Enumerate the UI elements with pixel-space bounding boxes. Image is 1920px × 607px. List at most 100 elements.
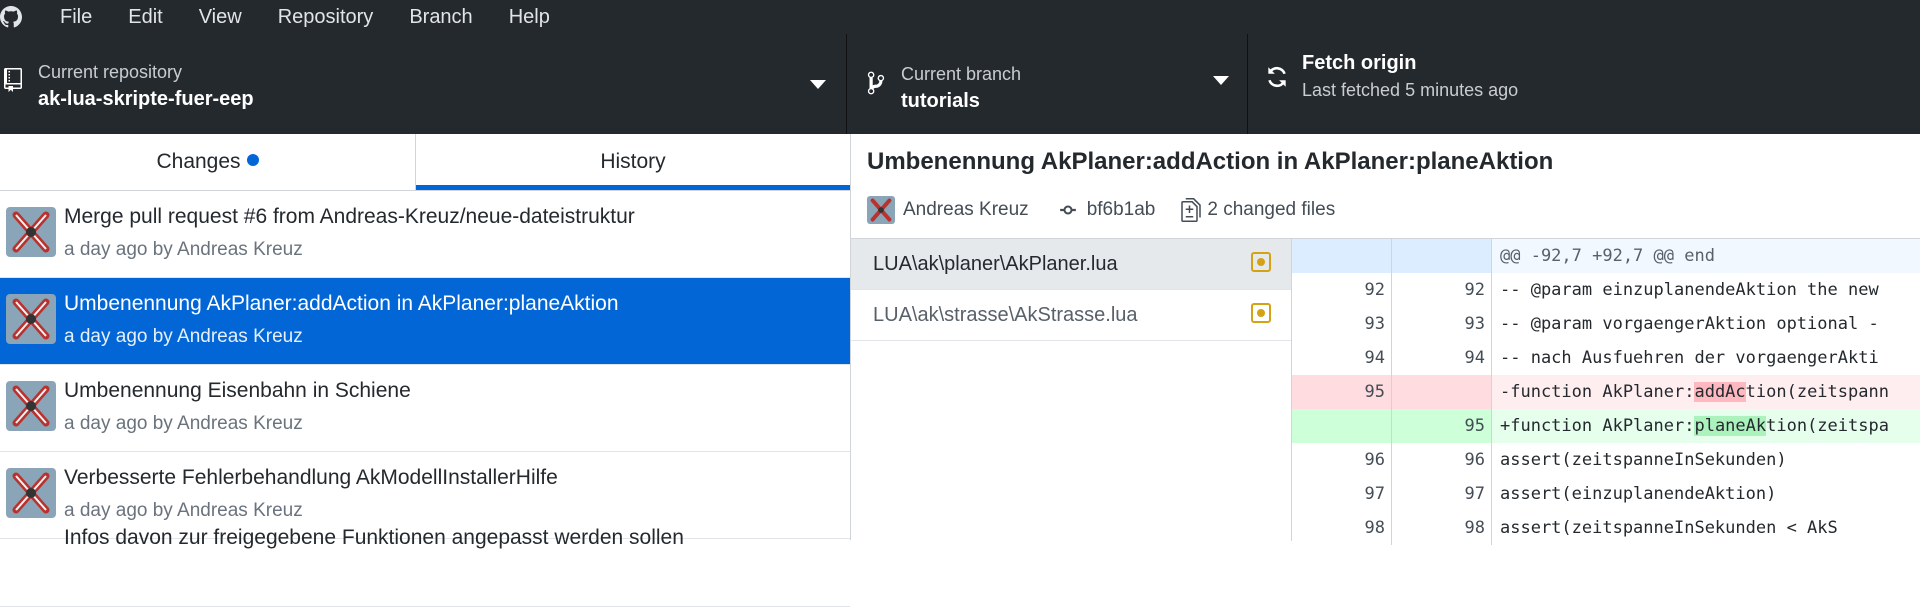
file-diff-icon (1181, 198, 1202, 222)
old-line-number: 96 (1292, 443, 1392, 477)
sidebar-tabs: Changes History (0, 134, 850, 191)
diff-code: -function AkPlaner:addAction(zeitspann (1500, 375, 1889, 409)
diff-line[interactable]: 96 96 assert(zeitspanneInSekunden) (1292, 443, 1920, 477)
file-path: LUA\ak\planer\AkPlaner.lua (873, 253, 1118, 275)
current-branch-name: tutorials (901, 90, 980, 112)
selected-commit-title: Umbenennung AkPlaner:addAction in AkPlan… (867, 148, 1554, 175)
commit-author: Andreas Kreuz (903, 199, 1029, 220)
new-line-number (1392, 375, 1492, 409)
diff-line[interactable]: 94 94 -- nach Ausfuehren der vorgaengerA… (1292, 341, 1920, 375)
commit-title: Umbenennung Eisenbahn in Schiene (64, 379, 411, 402)
new-line-number: 93 (1392, 307, 1492, 341)
diff-highlight-added: planeAk (1694, 416, 1767, 436)
active-tab-underline (416, 185, 850, 190)
new-line-number: 94 (1392, 341, 1492, 375)
chevron-down-icon (810, 80, 826, 89)
diff-code: assert(einzuplanendeAktion) (1500, 484, 1777, 504)
commit-meta: a day ago by Andreas Kreuz (64, 413, 303, 434)
menu-help[interactable]: Help (509, 6, 550, 29)
old-line-number (1292, 409, 1392, 443)
diff-code: +function AkPlaner:planeAktion(zeitspa (1500, 409, 1889, 443)
tab-history[interactable]: History (416, 134, 850, 190)
old-line-number: 93 (1292, 307, 1392, 341)
diff-code-suffix: tion(zeitspa (1766, 416, 1889, 436)
diff-code: -- @param vorgaengerAktion optional - (1500, 314, 1879, 334)
changed-file-item-selected[interactable]: LUA\ak\planer\AkPlaner.lua (851, 239, 1291, 290)
modified-file-icon (1251, 303, 1271, 323)
diff-code-prefix: -function AkPlaner: (1500, 382, 1695, 402)
commit-meta: a day ago by Andreas Kreuz (64, 326, 303, 347)
toolbar: Current repository ak-lua-skripte-fuer-e… (0, 34, 1920, 134)
repository-icon (4, 68, 22, 92)
commit-title: Merge pull request #6 from Andreas-Kreuz… (64, 205, 635, 228)
diff-line-deleted[interactable]: 95 -function AkPlaner:addAction(zeitspan… (1292, 375, 1920, 409)
diff-code: assert(zeitspanneInSekunden) (1500, 450, 1787, 470)
author-avatar (6, 207, 56, 257)
tab-changes[interactable]: Changes (0, 134, 416, 190)
author-avatar (6, 294, 56, 344)
menu-bar: File Edit View Repository Branch Help (0, 0, 1920, 34)
github-logo-icon (0, 6, 22, 28)
chevron-down-icon (1213, 76, 1229, 85)
diff-line-added[interactable]: 95 +function AkPlaner:planeAktion(zeitsp… (1292, 409, 1920, 443)
menu-edit[interactable]: Edit (128, 6, 162, 29)
diff-line[interactable]: 93 93 -- @param vorgaengerAktion optiona… (1292, 307, 1920, 341)
diff-code-prefix: +function AkPlaner: (1500, 416, 1695, 436)
old-line-number: 95 (1292, 375, 1392, 409)
diff-view: @@ -92,7 +92,7 @@ end 92 92 -- @param ei… (1292, 238, 1920, 545)
commit-detail-pane: Umbenennung AkPlaner:addAction in AkPlan… (851, 134, 1920, 545)
old-line-number: 94 (1292, 341, 1392, 375)
commit-list-item-selected[interactable]: Umbenennung AkPlaner:addAction in AkPlan… (0, 278, 850, 365)
diff-hunk-header: @@ -92,7 +92,7 @@ end (1292, 239, 1920, 273)
commit-title: Infos davon zur freigegebene Funktionen … (64, 526, 684, 549)
menu-repository[interactable]: Repository (278, 6, 374, 29)
diff-line[interactable]: 97 97 assert(einzuplanendeAktion) (1292, 477, 1920, 511)
fetch-origin-title: Fetch origin (1302, 52, 1417, 74)
last-fetched-text: Last fetched 5 minutes ago (1302, 80, 1519, 100)
commit-meta-row: Andreas Kreuz bf6b1ab 2 changed files (867, 192, 1335, 228)
commit-list-item[interactable]: Infos davon zur freigegebene Funktionen … (0, 520, 850, 607)
hunk-header-text: @@ -92,7 +92,7 @@ end (1500, 246, 1715, 266)
diff-code: -- nach Ausfuehren der vorgaengerAkti (1500, 348, 1879, 368)
commit-icon (1059, 205, 1076, 215)
new-line-number: 92 (1392, 273, 1492, 307)
diff-code: -- @param einzuplanendeAktion the new (1500, 280, 1879, 300)
menu-file[interactable]: File (60, 6, 92, 29)
sync-icon (1268, 66, 1286, 88)
diff-line[interactable]: 92 92 -- @param einzuplanendeAktion the … (1292, 273, 1920, 307)
tab-history-label: History (600, 150, 666, 173)
commit-title: Verbesserte Fehlerbehandlung AkModellIns… (64, 466, 558, 489)
current-branch-button[interactable]: Current branch tutorials (847, 34, 1248, 134)
current-branch-label: Current branch (901, 64, 1022, 84)
commit-list-item[interactable]: Umbenennung Eisenbahn in Schiene a day a… (0, 365, 850, 452)
modified-file-icon (1251, 252, 1271, 272)
tab-changes-label: Changes (156, 150, 241, 173)
commit-list-item[interactable]: Merge pull request #6 from Andreas-Kreuz… (0, 191, 850, 278)
author-avatar (6, 381, 56, 431)
old-line-number: 92 (1292, 273, 1392, 307)
history-sidebar: Changes History Merge pull request #6 fr… (0, 134, 851, 607)
author-avatar (6, 468, 56, 518)
diff-code-suffix: tion(zeitspann (1745, 382, 1889, 402)
menu-branch[interactable]: Branch (409, 6, 472, 29)
new-line-number: 97 (1392, 477, 1492, 511)
current-repository-button[interactable]: Current repository ak-lua-skripte-fuer-e… (0, 34, 847, 134)
file-path: LUA\ak\strasse\AkStrasse.lua (873, 304, 1138, 326)
author-avatar (867, 196, 895, 224)
diff-highlight-removed: addAc (1694, 382, 1746, 402)
commit-title: Umbenennung AkPlaner:addAction in AkPlan… (64, 292, 619, 315)
current-repository-label: Current repository (38, 62, 183, 82)
new-line-number: 96 (1392, 443, 1492, 477)
commit-meta: a day ago by Andreas Kreuz (64, 239, 303, 260)
commit-sha[interactable]: bf6b1ab (1087, 199, 1156, 221)
changed-files-list: LUA\ak\planer\AkPlaner.lua LUA\ak\strass… (851, 238, 1292, 541)
commit-meta: a day ago by Andreas Kreuz (64, 500, 303, 521)
changed-files-count: 2 changed files (1207, 199, 1336, 220)
github-desktop-window: File Edit View Repository Branch Help Cu… (0, 0, 1920, 607)
changed-file-item[interactable]: LUA\ak\strasse\AkStrasse.lua (851, 290, 1291, 341)
changes-indicator-dot (246, 154, 259, 166)
new-line-number: 95 (1392, 409, 1492, 443)
fetch-origin-button[interactable]: Fetch origin Last fetched 5 minutes ago (1248, 34, 1920, 134)
menu-view[interactable]: View (199, 6, 242, 29)
current-repository-name: ak-lua-skripte-fuer-eep (38, 88, 254, 110)
